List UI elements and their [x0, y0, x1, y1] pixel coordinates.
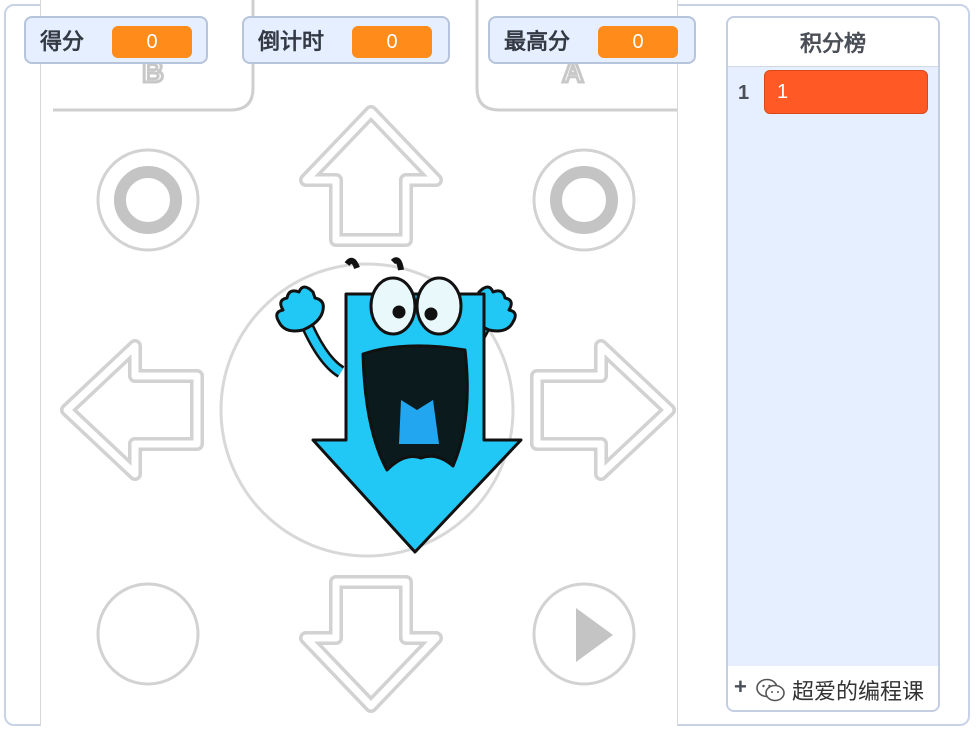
best-score-monitor: 最高分 0 — [488, 16, 696, 64]
up-arrow-outline — [299, 105, 443, 247]
add-item-button[interactable]: + — [734, 674, 747, 700]
timer-value: 0 — [352, 26, 432, 58]
right-arrow-outline — [530, 339, 676, 481]
watermark-text: 超爱的编程课 — [792, 679, 925, 704]
circle-button-top-left — [96, 148, 200, 252]
list-item[interactable]: 1 1 — [728, 70, 938, 114]
circle-button-top-right — [532, 148, 636, 252]
score-monitor: 得分 0 — [24, 16, 208, 64]
list-item-index: 1 — [738, 82, 750, 104]
best-score-label: 最高分 — [504, 29, 571, 54]
circle-button-bottom-left — [96, 582, 200, 686]
watermark: 超爱的编程课 — [756, 672, 924, 708]
game-stage[interactable]: B A — [40, 0, 678, 726]
score-label: 得分 — [40, 29, 85, 54]
down-arrow-monster — [275, 257, 523, 554]
leaderboard-title: 积分榜 — [728, 18, 938, 67]
timer-monitor: 倒计时 0 — [242, 16, 450, 64]
list-item-value[interactable]: 1 — [764, 70, 928, 114]
left-arrow-outline — [60, 339, 204, 481]
wechat-icon — [756, 678, 785, 702]
stage-graphics: B A — [53, 0, 677, 713]
timer-label: 倒计时 — [258, 29, 325, 54]
down-arrow-outline — [299, 575, 443, 713]
leaderboard-list: 积分榜 1 1 + — [726, 16, 940, 712]
play-button — [532, 582, 636, 686]
score-value: 0 — [112, 26, 192, 58]
best-score-value: 0 — [598, 26, 678, 58]
